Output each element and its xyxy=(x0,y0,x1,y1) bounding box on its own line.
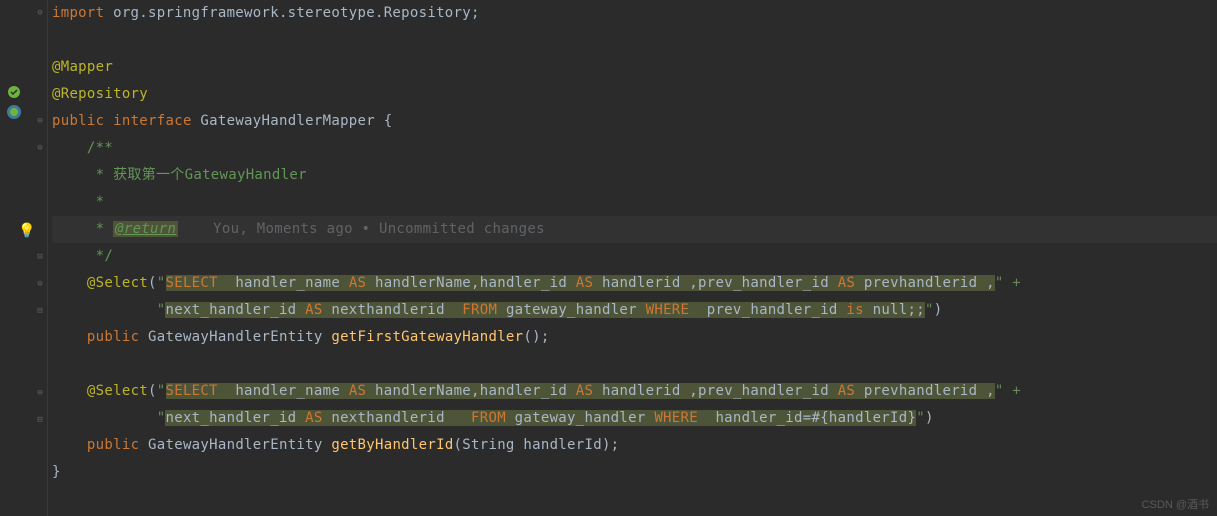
method-name: getFirstGatewayHandler xyxy=(331,329,523,345)
code-line[interactable]: /** xyxy=(52,135,1217,162)
intention-bulb-icon[interactable]: 💡 xyxy=(18,223,34,239)
fold-icon[interactable]: ⊟ xyxy=(35,415,45,425)
sql-highlight: SELECT handler_name AS handlerName,handl… xyxy=(166,383,995,399)
annotation-select: @Select xyxy=(87,383,148,399)
sql-highlight: next_handler_id AS nexthandlerid FROM ga… xyxy=(165,302,925,318)
string-end: " + xyxy=(995,383,1021,399)
package-path: org.springframework.stereotype.Repositor… xyxy=(104,5,471,21)
fold-icon[interactable]: ⊖ xyxy=(35,8,45,18)
paren-close: ) xyxy=(934,302,943,318)
code-line[interactable]: @Select("SELECT handler_name AS handlerN… xyxy=(52,378,1217,405)
code-line[interactable]: } xyxy=(52,459,1217,486)
return-type: GatewayHandlerEntity xyxy=(148,329,323,345)
code-line[interactable]: */ xyxy=(52,243,1217,270)
run-icon[interactable] xyxy=(6,104,22,120)
javadoc-close: */ xyxy=(87,248,113,264)
method-close: ); xyxy=(602,437,619,453)
param-name: handlerId xyxy=(523,437,602,453)
method-parens: (); xyxy=(523,329,549,345)
code-line[interactable]: @Repository xyxy=(52,81,1217,108)
fold-icon[interactable]: ⊖ xyxy=(35,388,45,398)
keyword-public: public xyxy=(52,113,104,129)
close-brace: } xyxy=(52,464,61,480)
sql-highlight: next_handler_id AS nexthandlerid FROM ga… xyxy=(165,410,916,426)
git-annotation: You, Moments ago • Uncommitted changes xyxy=(178,221,545,237)
code-line[interactable] xyxy=(52,351,1217,378)
string-end: " + xyxy=(995,275,1021,291)
semicolon: ; xyxy=(471,5,480,21)
javadoc-star: * xyxy=(87,194,104,210)
code-line[interactable]: @Select("SELECT handler_name AS handlerN… xyxy=(52,270,1217,297)
paren-open: ( xyxy=(148,275,157,291)
code-line[interactable]: "next_handler_id AS nexthandlerid FROM g… xyxy=(52,297,1217,324)
fold-icon[interactable]: ⊟ xyxy=(35,252,45,262)
string-quote: " xyxy=(916,410,925,426)
fold-icon[interactable]: ⊟ xyxy=(35,306,45,316)
code-line[interactable]: * 获取第一个GatewayHandler xyxy=(52,162,1217,189)
paren-open: ( xyxy=(148,383,157,399)
code-line[interactable]: * xyxy=(52,189,1217,216)
javadoc-star: * xyxy=(87,221,113,237)
code-editor: ⊖ ⊖ ⊖ 💡 ⊟ ⊖ ⊟ ⊖ ⊟ import org.springframe… xyxy=(0,0,1217,516)
code-line[interactable]: import org.springframework.stereotype.Re… xyxy=(52,0,1217,27)
string-quote: " xyxy=(157,275,166,291)
gutter: ⊖ ⊖ ⊖ 💡 ⊟ ⊖ ⊟ ⊖ ⊟ xyxy=(0,0,48,516)
watermark: CSDN @酒书 xyxy=(1142,496,1209,512)
keyword-public: public xyxy=(87,329,139,345)
keyword-import: import xyxy=(52,5,104,21)
sql-highlight: SELECT handler_name AS handlerName,handl… xyxy=(166,275,995,291)
string-quote: " xyxy=(925,302,934,318)
code-line[interactable]: @Mapper xyxy=(52,54,1217,81)
bean-icon[interactable] xyxy=(6,84,22,100)
annotation-mapper: @Mapper xyxy=(52,59,113,75)
code-line[interactable] xyxy=(52,27,1217,54)
javadoc-open: /** xyxy=(87,140,113,156)
annotation-select: @Select xyxy=(87,275,148,291)
paren-close: ) xyxy=(925,410,934,426)
code-line[interactable]: public interface GatewayHandlerMapper { xyxy=(52,108,1217,135)
code-line[interactable]: * @return You, Moments ago • Uncommitted… xyxy=(52,216,1217,243)
keyword-interface: interface xyxy=(113,113,192,129)
class-name: GatewayHandlerMapper xyxy=(200,113,375,129)
javadoc-line: * 获取第一个GatewayHandler xyxy=(87,167,307,183)
annotation-repository: @Repository xyxy=(52,86,148,102)
code-area[interactable]: import org.springframework.stereotype.Re… xyxy=(48,0,1217,516)
code-line[interactable]: public GatewayHandlerEntity getFirstGate… xyxy=(52,324,1217,351)
fold-icon[interactable]: ⊖ xyxy=(35,116,45,126)
keyword-public: public xyxy=(87,437,139,453)
code-line[interactable]: "next_handler_id AS nexthandlerid FROM g… xyxy=(52,405,1217,432)
string-quote: " xyxy=(157,383,166,399)
javadoc-return-tag: @return xyxy=(113,221,178,237)
open-brace: { xyxy=(384,113,393,129)
fold-icon[interactable]: ⊖ xyxy=(35,279,45,289)
param-type: String xyxy=(462,437,514,453)
code-line[interactable]: public GatewayHandlerEntity getByHandler… xyxy=(52,432,1217,459)
return-type: GatewayHandlerEntity xyxy=(148,437,323,453)
method-name: getByHandlerId xyxy=(331,437,453,453)
fold-icon[interactable]: ⊖ xyxy=(35,143,45,153)
